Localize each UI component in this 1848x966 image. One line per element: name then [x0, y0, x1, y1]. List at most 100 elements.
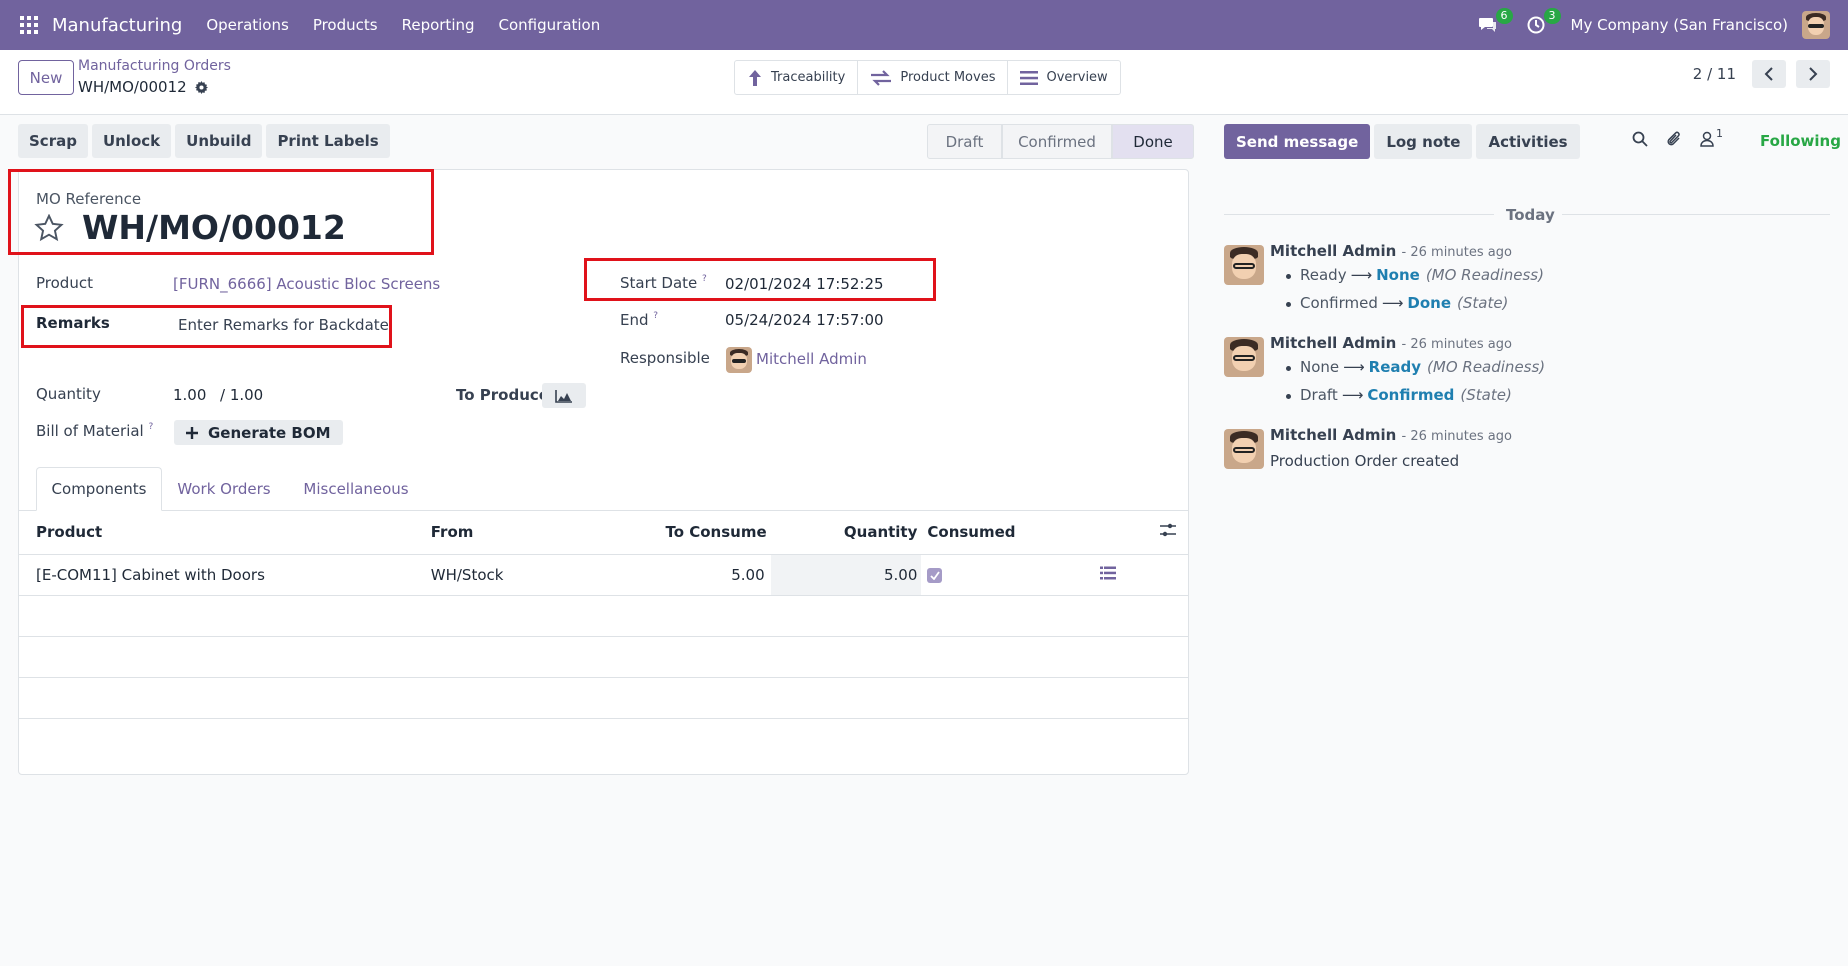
pager-value[interactable]: 2 / 11 — [1693, 65, 1736, 83]
list-bullet — [1286, 394, 1291, 399]
tab-components[interactable]: Components — [36, 467, 162, 511]
detailed-operations-icon[interactable] — [1100, 566, 1116, 580]
paperclip-icon[interactable] — [1666, 130, 1682, 148]
menu-operations[interactable]: Operations — [206, 16, 288, 34]
tracking-old-value: Confirmed — [1300, 294, 1378, 312]
optional-columns-toggle[interactable] — [1100, 511, 1188, 555]
message-time: - 26 minutes ago — [1401, 429, 1512, 444]
pager-next-button[interactable] — [1796, 60, 1830, 88]
overview-label: Overview — [1046, 70, 1108, 85]
forecast-report-button[interactable] — [542, 383, 586, 408]
message-time: - 26 minutes ago — [1401, 337, 1512, 352]
arrow-right-icon: ⟶ — [1343, 358, 1365, 376]
tracking-value: None ⟶ Ready (MO Readiness) — [1286, 358, 1546, 376]
to-produce-label: To Produce — [456, 386, 549, 404]
chevron-left-icon — [1764, 67, 1773, 81]
status-done[interactable]: Done — [1112, 124, 1194, 159]
status-confirmed[interactable]: Confirmed — [1002, 124, 1112, 159]
message-author-name[interactable]: Mitchell Admin — [1270, 242, 1396, 260]
date-separator-label: Today — [1506, 206, 1555, 224]
product-moves-label: Product Moves — [900, 70, 996, 85]
responsible-field[interactable]: Mitchell Admin — [756, 350, 867, 368]
unlock-button[interactable]: Unlock — [91, 124, 172, 158]
log-note-button[interactable]: Log note — [1374, 124, 1473, 159]
message-avatar[interactable] — [1224, 337, 1264, 377]
product-moves-button[interactable]: Product Moves — [858, 61, 1009, 94]
tracking-field: (MO Readiness) — [1427, 358, 1546, 376]
row-quantity[interactable]: 5.00 — [770, 554, 922, 596]
activities-icon[interactable]: 3 — [1523, 8, 1561, 38]
product-field[interactable]: [FURN_6666] Acoustic Bloc Screens — [173, 275, 440, 293]
consumed-checkbox[interactable] — [927, 567, 943, 583]
tracking-field: (MO Readiness) — [1425, 266, 1544, 284]
control-panel: New Manufacturing Orders WH/MO/00012 Tra… — [0, 50, 1848, 115]
tracking-value: Confirmed ⟶ Done (State) — [1286, 294, 1508, 312]
exchange-icon — [871, 69, 892, 86]
row-detail-cell — [1100, 554, 1188, 596]
end-date-input[interactable]: 05/24/2024 17:57:00 — [725, 311, 884, 329]
quantity-input[interactable]: 1.00 — [173, 386, 206, 404]
arrow-right-icon: ⟶ — [1350, 266, 1373, 284]
menu-configuration[interactable]: Configuration — [499, 16, 601, 34]
row-from[interactable]: WH/Stock — [413, 554, 593, 596]
gear-icon[interactable] — [194, 80, 208, 94]
tracking-new-value: Done — [1407, 294, 1451, 312]
overview-button[interactable]: Overview — [1008, 61, 1119, 94]
traceability-button[interactable]: Traceability — [735, 61, 859, 94]
tab-work-orders[interactable]: Work Orders — [162, 467, 286, 511]
row-consumed[interactable] — [921, 554, 1100, 596]
start-date-label: Start Date ? — [620, 274, 707, 292]
bom-label: Bill of Material ? — [36, 422, 153, 440]
pager-previous-button[interactable] — [1752, 60, 1786, 88]
col-product[interactable]: Product — [19, 511, 414, 555]
tab-miscellaneous[interactable]: Miscellaneous — [286, 467, 426, 511]
message-avatar[interactable] — [1224, 245, 1264, 285]
send-message-button[interactable]: Send message — [1224, 124, 1371, 159]
mo-reference-label: MO Reference — [36, 190, 142, 208]
app-grid-icon[interactable] — [20, 16, 38, 34]
message-author: Mitchell Admin - 26 minutes ago — [1270, 426, 1512, 444]
area-chart-icon — [555, 389, 572, 403]
generate-bom-button[interactable]: Generate BOM — [174, 420, 343, 445]
col-quantity[interactable]: Quantity — [770, 511, 922, 555]
message-author-name[interactable]: Mitchell Admin — [1270, 334, 1396, 352]
message-avatar[interactable] — [1224, 429, 1264, 469]
end-help-icon[interactable]: ? — [653, 311, 658, 321]
menu-products[interactable]: Products — [313, 16, 378, 34]
col-to-consume[interactable]: To Consume — [592, 511, 771, 555]
bom-help-icon[interactable]: ? — [149, 422, 154, 432]
list-bullet — [1286, 274, 1291, 279]
message-body: Production Order created — [1270, 452, 1460, 470]
menu-reporting[interactable]: Reporting — [402, 16, 475, 34]
scrap-button[interactable]: Scrap — [18, 124, 88, 158]
remarks-input[interactable]: Enter Remarks for Backdate — [178, 316, 389, 334]
unbuild-button[interactable]: Unbuild — [175, 124, 263, 158]
breadcrumb-parent[interactable]: Manufacturing Orders — [78, 58, 231, 74]
start-date-input[interactable]: 02/01/2024 17:52:25 — [725, 275, 884, 293]
status-draft[interactable]: Draft — [927, 124, 1002, 159]
row-to-consume[interactable]: 5.00 — [592, 554, 771, 596]
app-name[interactable]: Manufacturing — [52, 15, 182, 36]
print-labels-button[interactable]: Print Labels — [266, 124, 390, 158]
message-author-name[interactable]: Mitchell Admin — [1270, 426, 1396, 444]
search-icon[interactable] — [1632, 131, 1648, 147]
start-date-label-text: Start Date — [620, 274, 698, 292]
row-product[interactable]: [E-COM11] Cabinet with Doors — [19, 554, 414, 596]
separator-line-right — [1562, 214, 1830, 215]
table-row[interactable]: [E-COM11] Cabinet with Doors WH/Stock 5.… — [19, 554, 1188, 596]
following-button[interactable]: Following — [1760, 132, 1841, 150]
user-avatar[interactable] — [1802, 11, 1830, 39]
mo-reference-value[interactable]: WH/MO/00012 — [82, 208, 346, 247]
col-from[interactable]: From — [413, 511, 593, 555]
start-date-help-icon[interactable]: ? — [702, 274, 707, 284]
followers-button[interactable]: 1 — [1700, 127, 1723, 147]
sliders-icon — [1160, 524, 1176, 537]
star-icon[interactable] — [34, 214, 64, 242]
col-consumed[interactable]: Consumed — [921, 511, 1100, 555]
activities-button[interactable]: Activities — [1476, 124, 1580, 159]
table-row-empty — [19, 636, 1188, 678]
pager: 2 / 11 — [1693, 60, 1830, 88]
company-switcher[interactable]: My Company (San Francisco) — [1571, 16, 1788, 34]
new-button[interactable]: New — [18, 60, 74, 95]
messages-icon[interactable]: 6 — [1475, 8, 1513, 38]
